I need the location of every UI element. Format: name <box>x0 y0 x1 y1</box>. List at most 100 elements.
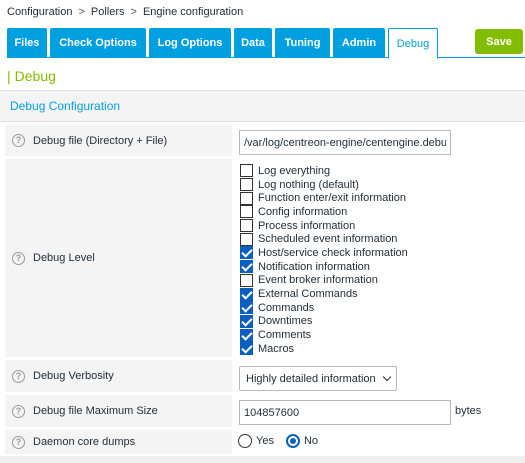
core-dumps-option-yes[interactable]: Yes <box>238 434 274 448</box>
checkbox[interactable] <box>240 260 253 274</box>
checkbox[interactable] <box>240 164 253 178</box>
tab-bar: Files Check Options Log Options Data Tun… <box>7 28 525 59</box>
save-button[interactable]: Save <box>475 29 523 54</box>
form-label-cell: ? Debug Level <box>5 159 232 357</box>
checkbox-label: Commands <box>258 301 315 314</box>
debug-level-option[interactable]: Config information <box>240 205 408 219</box>
debug-level-option[interactable]: Commands <box>240 301 408 315</box>
checkbox[interactable] <box>240 219 253 233</box>
form-row-debug-verbosity: ? Debug Verbosity Highly detailed inform… <box>5 360 525 393</box>
tab-admin[interactable]: Admin <box>333 28 385 57</box>
core-dumps-option-no[interactable]: No <box>285 434 319 448</box>
debug-verbosity-select[interactable]: Highly detailed information <box>239 366 397 391</box>
checkbox-label: Comments <box>258 329 312 342</box>
tab-data[interactable]: Data <box>234 28 272 57</box>
form-row-debug-file: ? Debug file (Directory + File) <box>5 125 525 157</box>
form-value-cell <box>234 125 525 156</box>
checkbox[interactable] <box>240 287 253 301</box>
debug-level-option[interactable]: Comments <box>240 328 408 342</box>
checkbox-label: Notification information <box>258 260 370 273</box>
form-value-cell: Highly detailed information <box>234 360 525 392</box>
checkbox-label: Downtimes <box>258 315 313 328</box>
debug-level-option[interactable]: Scheduled event information <box>240 232 408 246</box>
checkbox[interactable] <box>240 301 253 315</box>
page-title-bar: | <box>7 68 11 84</box>
tab-tuning[interactable]: Tuning <box>275 28 330 57</box>
help-icon[interactable]: ? <box>12 369 25 383</box>
chevron-down-icon <box>382 372 392 382</box>
debug-level-label: Debug Level <box>33 252 95 264</box>
debug-verbosity-value: Highly detailed information <box>246 372 376 385</box>
form-value-cell: Log everything Log nothing (default) Funct… <box>234 159 525 357</box>
breadcrumb: Configuration > Pollers > Engine configurati… <box>7 6 243 18</box>
breadcrumb-separator: > <box>130 6 137 18</box>
tab-check-options[interactable]: Check Options <box>50 28 146 57</box>
checkbox-label: Macros <box>258 342 295 355</box>
checkbox[interactable] <box>240 273 253 287</box>
page-title: | Debug <box>7 68 56 84</box>
checkbox[interactable] <box>240 232 253 246</box>
radio-label: No <box>303 435 319 447</box>
checkbox-label: Process information <box>258 219 356 232</box>
breadcrumb-pollers[interactable]: Pollers <box>91 6 125 18</box>
breadcrumb-configuration[interactable]: Configuration <box>7 6 72 18</box>
debug-level-option[interactable]: Log everything <box>240 164 408 178</box>
debug-level-option[interactable]: Log nothing (default) <box>240 178 408 192</box>
checkbox-label: Event broker information <box>258 274 378 287</box>
help-icon[interactable]: ? <box>12 251 25 265</box>
checkbox-label: Scheduled event information <box>258 233 398 246</box>
debug-verbosity-label: Debug Verbosity <box>33 370 114 382</box>
checkbox[interactable] <box>240 178 253 192</box>
debug-level-option[interactable]: Event broker information <box>240 273 408 288</box>
footer-strip <box>0 456 525 463</box>
form-label-cell: ? Debug Verbosity <box>5 360 232 392</box>
checkbox[interactable] <box>240 328 253 342</box>
help-icon[interactable]: ? <box>12 435 25 449</box>
form-row-debug-level: ? Debug Level Log everything Log nothing … <box>5 159 525 358</box>
radio-label: Yes <box>256 435 274 447</box>
checkbox-label: Log nothing (default) <box>258 178 359 191</box>
debug-level-option[interactable]: Notification information <box>240 260 408 274</box>
tab-log-options[interactable]: Log Options <box>149 28 231 57</box>
checkbox-label: Log everything <box>258 164 331 177</box>
debug-level-option[interactable]: Host/service check information <box>240 246 408 260</box>
checkbox-label: Function enter/exit information <box>258 192 406 205</box>
breadcrumb-engine-configuration[interactable]: Engine configuration <box>143 6 243 18</box>
help-icon[interactable]: ? <box>12 404 25 418</box>
checkbox[interactable] <box>240 314 253 328</box>
core-dumps-radio-group: Yes No <box>238 434 330 448</box>
form-value-cell: Yes No <box>234 430 525 454</box>
section-title: Debug Configuration <box>0 90 525 122</box>
radio-button[interactable] <box>285 434 300 448</box>
core-dumps-label: Daemon core dumps <box>33 436 136 448</box>
checkbox-label: Config information <box>258 205 348 218</box>
radio-button[interactable] <box>238 434 252 448</box>
debug-level-checklist: Log everything Log nothing (default) Funct… <box>240 164 408 356</box>
form-label-cell: ? Debug file (Directory + File) <box>5 125 232 156</box>
debug-level-option[interactable]: Function enter/exit information <box>240 191 408 205</box>
form-label-cell: ? Daemon core dumps <box>5 430 232 454</box>
checkbox[interactable] <box>240 205 253 219</box>
breadcrumb-separator: > <box>78 6 85 18</box>
help-icon[interactable]: ? <box>12 134 25 147</box>
debug-max-size-input[interactable] <box>239 400 451 425</box>
checkbox-label: External Commands <box>258 288 358 301</box>
debug-level-option[interactable]: Process information <box>240 219 408 233</box>
debug-level-option[interactable]: Downtimes <box>240 314 408 329</box>
checkbox[interactable] <box>240 342 253 356</box>
debug-file-label: Debug file (Directory + File) <box>33 134 168 147</box>
debug-file-input[interactable] <box>239 130 451 155</box>
form-row-core-dumps: ? Daemon core dumps Yes No <box>5 430 525 455</box>
debug-level-option[interactable]: Macros <box>240 342 408 356</box>
checkbox[interactable] <box>240 246 253 260</box>
debug-max-size-unit: bytes <box>455 405 482 417</box>
tab-debug[interactable]: Debug <box>388 28 438 59</box>
debug-level-option[interactable]: External Commands <box>240 287 408 301</box>
form-value-cell: bytes <box>234 395 525 427</box>
form-label-cell: ? Debug file Maximum Size <box>5 395 232 427</box>
debug-max-size-label: Debug file Maximum Size <box>33 405 158 417</box>
tab-files[interactable]: Files <box>7 28 47 57</box>
page-title-text: Debug <box>14 68 56 84</box>
checkbox[interactable] <box>240 191 253 205</box>
form-row-debug-max-size: ? Debug file Maximum Size bytes <box>5 395 525 428</box>
